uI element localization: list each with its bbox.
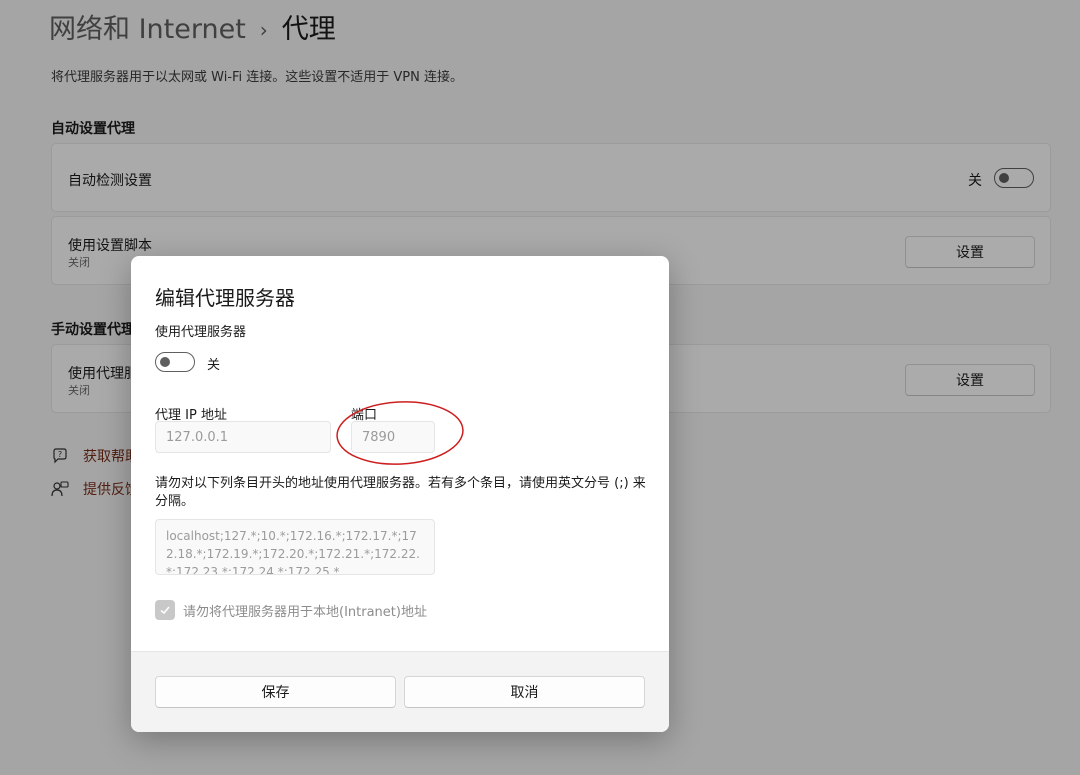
save-button[interactable]: 保存	[155, 676, 396, 708]
use-proxy-state: 关	[207, 358, 221, 373]
exceptions-note: 请勿对以下列条目开头的地址使用代理服务器。若有多个条目，请使用英文分号 (;) …	[155, 476, 646, 509]
use-proxy-label: 使用代理服务器	[155, 325, 247, 340]
annotation-circle	[336, 401, 464, 465]
local-address-checkbox-label: 请勿将代理服务器用于本地(Intranet)地址	[183, 604, 427, 620]
edit-proxy-dialog: 编辑代理服务器 使用代理服务器 关 代理 IP 地址 127.0.0.1 端口 …	[131, 256, 669, 732]
dialog-footer: 保存 取消	[131, 651, 669, 732]
local-address-checkbox-row[interactable]: 请勿将代理服务器用于本地(Intranet)地址	[155, 600, 427, 620]
use-proxy-toggle[interactable]	[155, 352, 195, 372]
exceptions-textarea[interactable]: localhost;127.*;10.*;172.16.*;172.17.*;1…	[155, 519, 435, 575]
proxy-ip-input[interactable]: 127.0.0.1	[155, 421, 331, 453]
local-address-checkbox[interactable]	[155, 600, 175, 620]
cancel-button[interactable]: 取消	[404, 676, 645, 708]
checkmark-icon	[160, 606, 170, 615]
dialog-title: 编辑代理服务器	[155, 286, 295, 310]
